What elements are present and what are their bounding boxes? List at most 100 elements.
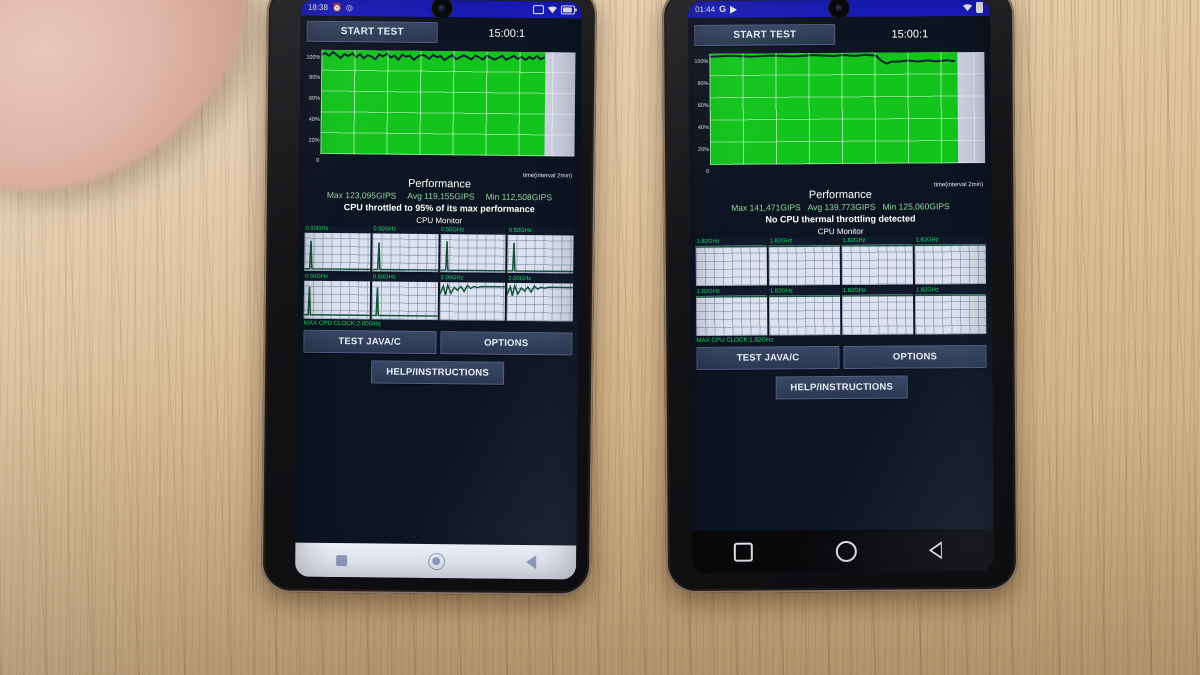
right-top-row: START TEST 15:00:1 — [688, 19, 990, 47]
y-tick-0: 0 — [706, 168, 710, 175]
cpu-core-grid: 1.82GHz 1.82GHz 1.82GHz 1.82GHz 1.82GHz … — [695, 235, 987, 337]
back-triangle-icon[interactable] — [939, 541, 952, 559]
left-phone-screen: 18:38 ⏰ ◎ START TEST 15:00:1 performa — [294, 0, 583, 580]
right-app-body: START TEST 15:00:1 performance over time… — [688, 15, 994, 574]
cpu-core-grid: 0.50GHz 0.50GHz 0.50GHz 0.50GHz 0.50GHz … — [303, 224, 574, 322]
y-tick-20: 20% — [308, 137, 320, 144]
graph-grid-horizontal — [709, 51, 986, 165]
recents-square-icon[interactable] — [733, 542, 753, 562]
cast-icon — [532, 5, 544, 15]
core-plot — [696, 295, 768, 337]
core-plot — [915, 293, 987, 335]
left-button-row: TEST JAVA/C OPTIONS — [303, 329, 573, 356]
throttle-note: CPU throttled to 95% of its max performa… — [343, 202, 535, 215]
core-plot — [439, 282, 506, 321]
core-plot — [371, 233, 439, 273]
options-button[interactable]: OPTIONS — [843, 344, 987, 369]
recents-square-icon[interactable] — [335, 554, 347, 566]
right-phone: 01:44 G START TEST 15:00:1 performance o… — [661, 0, 1019, 594]
graph-y-axis: 100% 80% 60% 40% 20% 0 — [303, 55, 321, 168]
left-nav-bar — [294, 542, 577, 580]
y-tick-100: 100% — [694, 58, 709, 66]
play-icon — [730, 5, 738, 14]
core-plot — [304, 232, 371, 272]
perf-avg: Avg 119,155GIPS — [407, 190, 475, 202]
test-timer: 15:00:1 — [488, 27, 526, 40]
core-plot — [914, 243, 986, 285]
graph-grid-horizontal — [320, 49, 576, 157]
graph-x-label: time(interval 2min) — [933, 181, 984, 189]
test-timer: 15:00:1 — [891, 27, 929, 41]
core-plot — [841, 244, 913, 285]
core-plot — [303, 280, 370, 320]
cpu-core: 2.00GHz — [506, 274, 574, 322]
performance-heading: Performance — [808, 188, 872, 202]
battery-icon — [976, 1, 984, 14]
wifi-icon — [963, 4, 972, 11]
cpu-core: 0.50GHz — [439, 226, 506, 273]
right-status-time: 01:44 — [695, 4, 716, 15]
cpu-core: 1.82GHz — [695, 287, 768, 337]
performance-stats: Max 141,471GIPS Avg 139,773GIPS Min 125,… — [689, 201, 991, 213]
perf-min: Min 112,508GIPS — [485, 191, 553, 203]
test-java-c-button[interactable]: TEST JAVA/C — [696, 346, 840, 371]
home-circle-icon[interactable] — [427, 552, 445, 570]
y-tick-20: 20% — [697, 146, 710, 153]
right-button-row: TEST JAVA/C OPTIONS — [696, 344, 987, 371]
cpu-core: 1.82GHz — [841, 236, 913, 285]
core-plot — [768, 245, 840, 286]
y-tick-80: 80% — [309, 74, 321, 81]
y-tick-0: 0 — [316, 157, 320, 164]
y-tick-60: 60% — [308, 95, 321, 102]
options-button[interactable]: OPTIONS — [439, 331, 573, 356]
cpu-core: 1.82GHz — [841, 286, 914, 335]
core-plot — [842, 294, 914, 335]
left-status-time: 18:38 — [307, 2, 329, 12]
core-plot — [507, 234, 574, 274]
battery-icon — [560, 5, 575, 15]
y-tick-100: 100% — [306, 54, 321, 61]
perf-avg: Avg 139,773GIPS — [807, 201, 876, 213]
home-circle-icon[interactable] — [835, 540, 857, 562]
right-performance-graph: performance over time graph 100% 80% 60%… — [692, 51, 986, 188]
y-tick-80: 80% — [697, 80, 709, 87]
graph-x-label: time(interval 2min) — [522, 172, 573, 180]
help-instructions-button[interactable]: HELP/INSTRUCTIONS — [371, 360, 505, 385]
cpu-core: 0.50GHz — [303, 272, 370, 320]
left-app-body: START TEST 15:00:1 performance over time… — [294, 15, 582, 580]
back-triangle-icon[interactable] — [525, 555, 536, 570]
performance-stats: Max 123,095GIPS Avg 119,155GIPS Min 112,… — [299, 190, 580, 203]
record-icon: ◎ — [345, 3, 353, 13]
core-plot — [371, 281, 438, 321]
core-plot — [506, 282, 574, 322]
cpu-core: 0.50GHz — [371, 273, 438, 321]
left-help-row: HELP/INSTRUCTIONS — [297, 360, 578, 386]
screenshot-stage: 18:38 ⏰ ◎ START TEST 15:00:1 performa — [0, 0, 1200, 675]
right-phone-screen: 01:44 G START TEST 15:00:1 performance o… — [687, 0, 994, 574]
cpu-core: 1.82GHz — [768, 287, 841, 336]
cpu-core: 0.50GHz — [371, 225, 439, 273]
google-g-icon: G — [719, 3, 727, 14]
y-tick-40: 40% — [308, 116, 320, 123]
perf-min: Min 125,060GIPS — [882, 201, 950, 212]
perf-max: Max 141,471GIPS — [731, 202, 801, 213]
graph-plot-area — [320, 49, 576, 157]
left-phone: 18:38 ⏰ ◎ START TEST 15:00:1 performa — [260, 0, 598, 596]
max-cpu-clock-label: MAX CPU CLOCK:1.82GHz — [696, 336, 774, 345]
core-plot — [695, 245, 767, 287]
cpu-core: 1.82GHz — [914, 235, 986, 285]
test-java-c-button[interactable]: TEST JAVA/C — [303, 329, 437, 355]
graph-y-axis: 100% 80% 60% 40% 20% 0 — [692, 59, 710, 180]
wifi-icon — [548, 6, 557, 13]
graph-plot-area — [709, 51, 986, 165]
start-test-button[interactable]: START TEST — [694, 24, 836, 47]
core-plot — [769, 294, 841, 336]
cpu-core: 1.82GHz — [695, 237, 767, 287]
right-help-row: HELP/INSTRUCTIONS — [691, 375, 993, 400]
alarm-icon: ⏰ — [331, 2, 342, 13]
y-tick-60: 60% — [697, 102, 709, 109]
cpu-core: 1.82GHz — [768, 237, 840, 286]
left-performance-graph: performance over time graph 100% 80% 60%… — [303, 49, 576, 179]
start-test-button[interactable]: START TEST — [306, 20, 438, 44]
help-instructions-button[interactable]: HELP/INSTRUCTIONS — [775, 375, 909, 400]
